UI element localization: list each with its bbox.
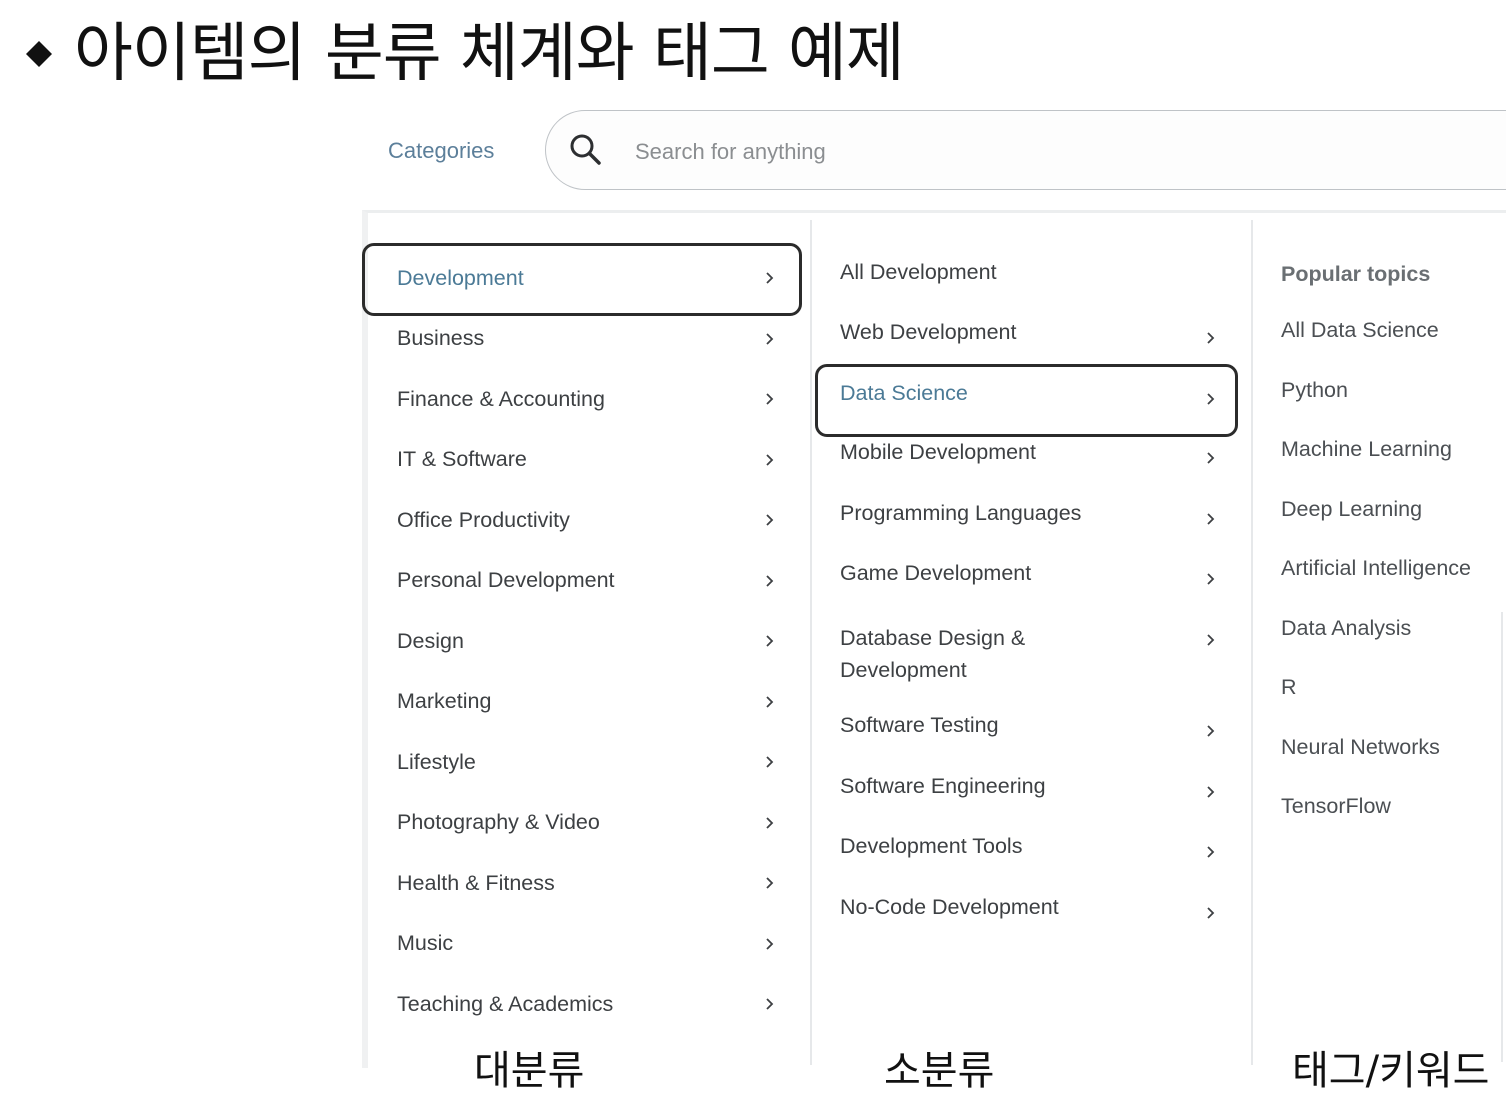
category-item[interactable]: Business: [397, 321, 777, 357]
subcategory-label: Software Testing: [840, 713, 999, 737]
category-label: Personal Development: [397, 568, 615, 592]
chevron-right-icon: [766, 393, 774, 405]
category-item[interactable]: Finance & Accounting: [397, 381, 777, 417]
category-item[interactable]: Lifestyle: [397, 744, 777, 780]
chevron-right-icon: [1207, 846, 1215, 858]
subcategory-item[interactable]: Database Design & Development: [840, 622, 1220, 686]
category-highlight-box: [362, 243, 802, 316]
scrollbar[interactable]: [1501, 612, 1503, 1062]
category-item[interactable]: Marketing: [397, 684, 777, 720]
topic-item[interactable]: Neural Networks: [1281, 735, 1440, 760]
subcategory-item[interactable]: Mobile Development: [840, 440, 1220, 476]
category-label: Photography & Video: [397, 810, 600, 834]
category-label: Marketing: [397, 689, 492, 713]
chevron-right-icon: [1207, 573, 1215, 585]
column-divider: [1251, 220, 1253, 1065]
chevron-right-icon: [1207, 907, 1215, 919]
slide-title: 아이템의 분류 체계와 태그 예제: [26, 14, 905, 94]
category-item[interactable]: Design: [397, 623, 777, 659]
category-label: IT & Software: [397, 447, 527, 471]
topic-item[interactable]: Python: [1281, 378, 1348, 403]
chevron-right-icon: [766, 514, 774, 526]
topic-item[interactable]: TensorFlow: [1281, 794, 1391, 819]
categories-link[interactable]: Categories: [388, 138, 494, 164]
chevron-right-icon: [766, 574, 774, 587]
search-input[interactable]: Search for anything: [545, 110, 1506, 190]
chevron-right-icon: [766, 816, 774, 829]
category-item[interactable]: Teaching & Academics: [397, 986, 777, 1022]
category-item[interactable]: Music: [397, 926, 777, 962]
category-label: Lifestyle: [397, 749, 476, 774]
chevron-right-icon: [766, 695, 774, 708]
category-label: Office Productivity: [397, 507, 570, 532]
chevron-right-icon: [1207, 725, 1215, 737]
subcategory-item[interactable]: Game Development: [840, 561, 1220, 597]
chevron-right-icon: [766, 998, 774, 1010]
subcategory-item[interactable]: Web Development: [840, 320, 1220, 356]
category-item[interactable]: IT & Software: [397, 442, 777, 478]
topic-item[interactable]: All Data Science: [1281, 318, 1439, 343]
subcategory-item[interactable]: Programming Languages: [840, 501, 1220, 537]
category-item[interactable]: Photography & Video: [397, 805, 777, 841]
topic-item[interactable]: R: [1281, 675, 1297, 700]
subcategory-item[interactable]: All Development: [840, 260, 1220, 296]
category-item[interactable]: Office Productivity: [397, 502, 777, 538]
subcategory-label: Development Tools: [840, 834, 1023, 858]
popular-topics-heading: Popular topics: [1281, 262, 1431, 286]
subcategory-item[interactable]: Development Tools: [840, 834, 1220, 870]
subcategory-label: Software Engineering: [840, 774, 1046, 798]
topic-item[interactable]: Deep Learning: [1281, 497, 1422, 522]
category-label: Health & Fitness: [397, 870, 555, 895]
search-placeholder: Search for anything: [635, 139, 826, 164]
subcategory-label: Mobile Development: [840, 440, 1036, 464]
chevron-right-icon: [1207, 786, 1215, 798]
category-item[interactable]: Health & Fitness: [397, 865, 777, 901]
subcategory-label: Database Design & Development: [840, 626, 1026, 682]
chevron-right-icon: [766, 877, 774, 889]
subcategory-highlight-box: [815, 364, 1238, 437]
subcategory-label: No-Code Development: [840, 895, 1059, 919]
subcategory-label: Programming Languages: [840, 501, 1082, 525]
category-label: Teaching & Academics: [397, 991, 614, 1016]
category-label: Business: [397, 326, 485, 350]
chevron-right-icon: [766, 635, 774, 647]
slide: 아이템의 분류 체계와 태그 예제 Categories Search for …: [0, 0, 1506, 1108]
chevron-right-icon: [1207, 452, 1215, 464]
topic-item[interactable]: Data Analysis: [1281, 616, 1411, 641]
slide-title-text: 아이템의 분류 체계와 태그 예제: [74, 17, 905, 91]
topic-item[interactable]: Machine Learning: [1281, 437, 1452, 462]
caption-tags: 태그/키워드: [1286, 1043, 1496, 1099]
chevron-right-icon: [1207, 634, 1215, 646]
column-divider: [810, 220, 812, 1065]
chevron-right-icon: [1207, 332, 1215, 344]
topic-item[interactable]: Artificial Intelligence: [1281, 556, 1471, 581]
diamond-icon: [26, 41, 52, 67]
subcategory-label: Web Development: [840, 320, 1017, 344]
category-label: Music: [397, 931, 454, 955]
search-icon[interactable]: [568, 132, 604, 168]
subcategory-item[interactable]: Software Engineering: [840, 774, 1220, 810]
subcategory-item[interactable]: No-Code Development: [840, 895, 1220, 931]
chevron-right-icon: [766, 756, 774, 768]
caption-sub-category: 소분류: [878, 1043, 1001, 1099]
caption-main-category: 대분류: [468, 1043, 591, 1099]
subcategory-item[interactable]: Software Testing: [840, 713, 1220, 749]
category-label: Design: [397, 628, 464, 653]
subcategory-label: Game Development: [840, 561, 1032, 585]
chevron-right-icon: [766, 453, 774, 466]
category-item[interactable]: Personal Development: [397, 563, 777, 599]
chevron-right-icon: [766, 332, 774, 345]
chevron-right-icon: [766, 937, 774, 950]
chevron-right-icon: [1207, 513, 1215, 525]
category-label: Finance & Accounting: [397, 386, 605, 411]
subcategory-label: All Development: [840, 260, 997, 284]
